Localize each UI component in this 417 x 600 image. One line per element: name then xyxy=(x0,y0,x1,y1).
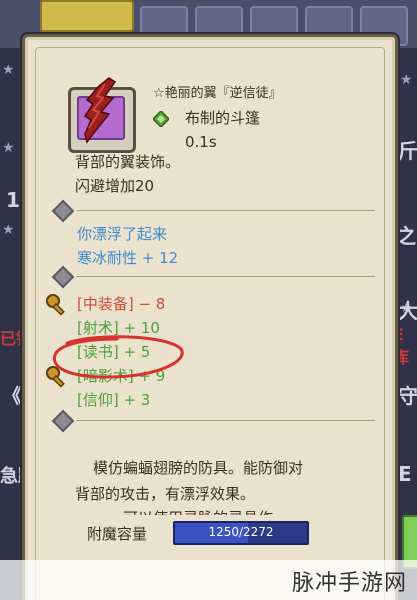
flavor-text: 模仿蝙蝠翅膀的防具。能防御对 xyxy=(93,459,304,477)
requirement-line: [信仰] + 3 xyxy=(77,391,151,409)
section-divider xyxy=(51,409,375,433)
item-description: 闪避增加20 xyxy=(75,177,155,195)
effect-line: 寒冰耐性 + 12 xyxy=(77,249,179,267)
side-text: 斤 xyxy=(398,139,417,163)
effect-line: 你漂浮了起来 xyxy=(77,225,168,243)
diamond-icon xyxy=(51,409,75,433)
section-divider xyxy=(51,265,375,289)
side-text: 之 xyxy=(396,224,416,248)
enchant-capacity-label: 附魔容量 xyxy=(87,525,148,543)
item-weight: 0.1s xyxy=(185,133,217,151)
key-icon xyxy=(46,294,65,316)
flavor-text: 背部的攻击，有漂浮效果。 xyxy=(75,485,256,503)
item-title: ☆艳丽的翼『逆信徒』 xyxy=(153,86,282,101)
item-material: 布制的斗篷 xyxy=(185,109,261,127)
side-text: 《 xyxy=(2,384,22,408)
wing-icon xyxy=(83,77,117,144)
item-description: 背部的翼装饰。 xyxy=(75,153,181,171)
red-circle-annotation xyxy=(52,335,184,379)
watermark-text: 脉冲手游网 xyxy=(291,571,407,596)
enchant-capacity-bar: 1250/2272 xyxy=(173,521,309,545)
green-gem-icon xyxy=(153,111,169,127)
star-icon: ★ xyxy=(2,222,15,238)
diamond-icon xyxy=(51,265,75,289)
section-divider xyxy=(51,199,375,223)
diamond-icon xyxy=(51,199,75,223)
side-text: 守 xyxy=(398,384,417,408)
side-text: E xyxy=(398,462,412,486)
star-icon: ★ xyxy=(2,62,15,78)
item-icon-frame xyxy=(68,77,136,153)
enchant-capacity-value: 1250/2272 xyxy=(208,525,274,539)
side-text: 大 xyxy=(398,299,417,323)
requirement-line: [中装备] − 8 xyxy=(77,295,166,313)
item-tooltip-panel: ☆艳丽的翼『逆信徒』 布制的斗篷 0.1s 背部的翼装饰。 闪避增加20 你漂浮… xyxy=(22,34,398,600)
background-yellow-tab xyxy=(40,0,134,32)
flavor-text-cut: 可以使用灵脉的灵具作 xyxy=(123,507,273,515)
side-text: 1 xyxy=(6,188,20,212)
star-icon: ★ xyxy=(400,72,413,88)
star-icon: ★ xyxy=(2,140,15,156)
